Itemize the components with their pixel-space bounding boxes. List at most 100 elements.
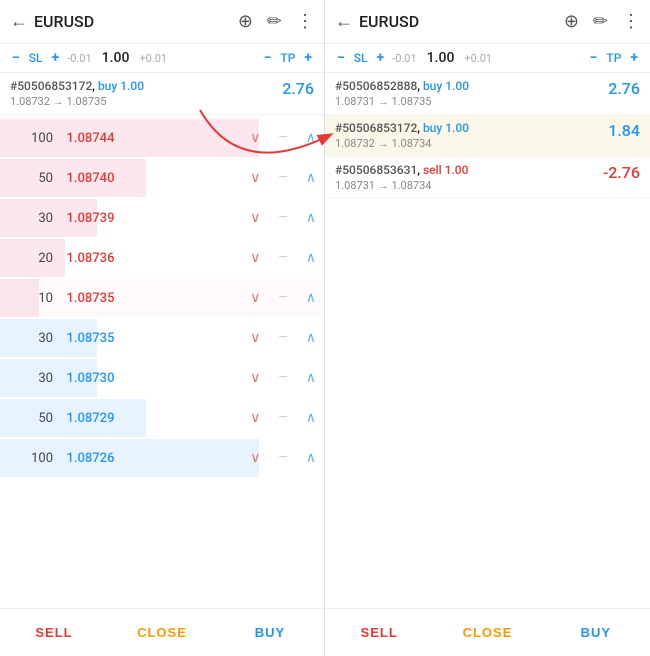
sl-label-left: SL <box>26 51 46 65</box>
ob-bid-up-0[interactable]: ∧ <box>306 330 316 346</box>
ob-ask-dash-4: — <box>278 290 287 306</box>
ob-bid-price-0: 1.08735 <box>53 331 128 346</box>
tp-plus-right[interactable]: + <box>628 50 640 66</box>
tp-label-right: TP <box>603 51 624 65</box>
database-icon-left[interactable]: ⊕ <box>238 11 253 32</box>
ob-ask-3: 20 1.08736 ∨ — ∧ <box>0 239 324 277</box>
sl-adjust-pos-left: +0.01 <box>137 52 169 65</box>
sl-tp-row-right: − SL + -0.01 1.00 +0.01 − TP + <box>325 44 650 73</box>
header-left: ← EURUSD ⊕ ✏ ⋮ <box>0 0 324 44</box>
ob-ask-dash-0: — <box>278 130 287 146</box>
ob-ask-dash-2: — <box>278 210 287 226</box>
ob-ask-0: 100 1.08744 ∨ — ∧ <box>0 119 324 157</box>
ob-bid-dash-1: — <box>278 370 287 386</box>
trade-row-left-0[interactable]: #50506853172, buy 1.00 1.08732 → 1.08735… <box>0 73 324 115</box>
ob-ask-4: 10 1.08735 ∨ — ∧ <box>0 279 324 317</box>
ob-ask-qty-2: 30 <box>8 211 53 226</box>
ob-ask-down-2[interactable]: ∨ <box>250 210 260 226</box>
ob-bid-down-1[interactable]: ∨ <box>250 370 260 386</box>
ob-bid-price-2: 1.08729 <box>53 411 128 426</box>
ob-ask-up-3[interactable]: ∧ <box>306 250 316 266</box>
ob-bid-2: 50 1.08729 ∨ — ∧ <box>0 399 324 437</box>
header-right: ← EURUSD ⊕ ✏ ⋮ <box>325 0 650 44</box>
close-button-right[interactable]: CLOSE <box>433 609 541 656</box>
sell-button-right[interactable]: SELL <box>325 609 433 656</box>
ob-bid-price-1: 1.08730 <box>53 371 128 386</box>
back-button-right[interactable]: ← <box>335 11 353 32</box>
ob-ask-2: 30 1.08739 ∨ — ∧ <box>0 199 324 237</box>
ob-bid-qty-3: 100 <box>8 451 53 466</box>
ob-ask-down-0[interactable]: ∨ <box>250 130 260 146</box>
ob-ask-up-0[interactable]: ∧ <box>306 130 316 146</box>
ob-ask-down-1[interactable]: ∨ <box>250 170 260 186</box>
more-icon-left[interactable]: ⋮ <box>296 11 314 32</box>
buy-button-left[interactable]: BUY <box>216 609 324 656</box>
trade-id-num-left-0: #50506853172 <box>10 79 92 93</box>
edit-icon-left[interactable]: ✏ <box>267 11 282 32</box>
ob-ask-1: 50 1.08740 ∨ — ∧ <box>0 159 324 197</box>
action-bar-left: SELL CLOSE BUY <box>0 608 324 656</box>
ob-ask-up-2[interactable]: ∧ <box>306 210 316 226</box>
ob-bid-up-2[interactable]: ∧ <box>306 410 316 426</box>
trade-pnl-left-0: 2.76 <box>282 79 314 98</box>
ob-bid-down-3[interactable]: ∨ <box>250 450 260 466</box>
ob-bid-up-1[interactable]: ∧ <box>306 370 316 386</box>
database-icon-right[interactable]: ⊕ <box>564 11 579 32</box>
sl-adjust-pos-right: +0.01 <box>462 52 494 65</box>
trade-price-right-2: 1.08731 → 1.08734 <box>335 179 468 192</box>
sl-minus-left[interactable]: − <box>10 50 22 66</box>
ob-bid-qty-1: 30 <box>8 371 53 386</box>
sl-plus-right[interactable]: + <box>375 50 387 66</box>
ob-bid-price-3: 1.08726 <box>53 451 128 466</box>
tp-plus-left[interactable]: + <box>302 50 314 66</box>
ob-ask-up-4[interactable]: ∧ <box>306 290 316 306</box>
orderbook-left: 100 1.08744 ∨ — ∧ 50 1.08740 ∨ — ∧ <box>0 115 324 608</box>
ob-ask-qty-1: 50 <box>8 171 53 186</box>
ob-ask-dash-3: — <box>278 250 287 266</box>
ob-ask-down-3[interactable]: ∨ <box>250 250 260 266</box>
trade-type-right-0: buy 1.00 <box>423 79 469 93</box>
ob-ask-down-4[interactable]: ∨ <box>250 290 260 306</box>
ob-bid-3: 100 1.08726 ∨ — ∧ <box>0 439 324 477</box>
ob-ask-price-2: 1.08739 <box>53 211 128 226</box>
ob-bid-down-0[interactable]: ∨ <box>250 330 260 346</box>
ob-ask-dash-1: — <box>278 170 287 186</box>
sl-value-left: 1.00 <box>98 50 134 66</box>
ob-ask-qty-3: 20 <box>8 251 53 266</box>
buy-button-right[interactable]: BUY <box>542 609 650 656</box>
trade-id-num-right-1: #50506853172 <box>335 121 417 135</box>
trade-row-right-0[interactable]: #50506852888, buy 1.00 1.08731 → 1.08735… <box>325 73 650 115</box>
edit-icon-right[interactable]: ✏ <box>593 11 608 32</box>
trade-price-right-1: 1.08732 → 1.08734 <box>335 137 469 150</box>
close-button-left[interactable]: CLOSE <box>108 609 216 656</box>
ob-ask-price-4: 1.08735 <box>53 291 128 306</box>
sl-label-right: SL <box>351 51 371 65</box>
ob-bid-down-2[interactable]: ∨ <box>250 410 260 426</box>
more-icon-right[interactable]: ⋮ <box>622 11 640 32</box>
sl-plus-left[interactable]: + <box>50 50 62 66</box>
ob-bid-dash-0: — <box>278 330 287 346</box>
back-button-left[interactable]: ← <box>10 11 28 32</box>
trade-row-right-2[interactable]: #50506853631, sell 1.00 1.08731 → 1.0873… <box>325 157 650 199</box>
sl-minus-right[interactable]: − <box>335 50 347 66</box>
ob-bid-up-3[interactable]: ∧ <box>306 450 316 466</box>
ob-ask-up-1[interactable]: ∧ <box>306 170 316 186</box>
ob-ask-qty-0: 100 <box>8 131 53 146</box>
ob-bid-dash-3: — <box>278 450 287 466</box>
ob-ask-price-0: 1.08744 <box>53 131 128 146</box>
title-right: EURUSD <box>359 12 564 31</box>
trade-type-right-2: sell 1.00 <box>423 163 469 177</box>
sl-tp-row-left: − SL + -0.01 1.00 +0.01 − TP + <box>0 44 324 73</box>
empty-space-right <box>325 199 650 608</box>
trade-id-num-right-2: #50506853631 <box>335 163 417 177</box>
trade-row-right-1[interactable]: #50506853172, buy 1.00 1.08732 → 1.08734… <box>325 115 650 157</box>
sell-button-left[interactable]: SELL <box>0 609 108 656</box>
trade-pnl-right-1: 1.84 <box>608 121 640 140</box>
ob-bid-qty-0: 30 <box>8 331 53 346</box>
tp-minus-right[interactable]: − <box>588 50 600 66</box>
trade-type-right-1: buy 1.00 <box>423 121 469 135</box>
ob-bid-dash-2: — <box>278 410 287 426</box>
ob-bid-0: 30 1.08735 ∨ — ∧ <box>0 319 324 357</box>
tp-minus-left[interactable]: − <box>262 50 274 66</box>
ob-ask-price-1: 1.08740 <box>53 171 128 186</box>
